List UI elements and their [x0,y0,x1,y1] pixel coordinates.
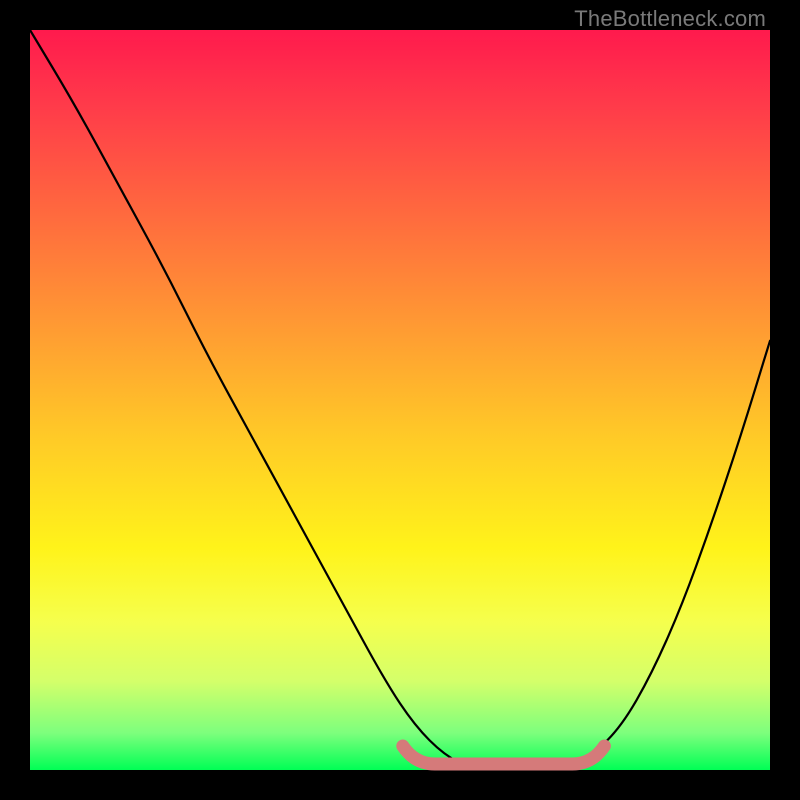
chart-frame [30,30,770,770]
flat-region-line [403,746,605,764]
bottleneck-curve-path [30,30,770,770]
watermark-text: TheBottleneck.com [574,6,766,32]
bottleneck-curve-svg [30,30,770,770]
